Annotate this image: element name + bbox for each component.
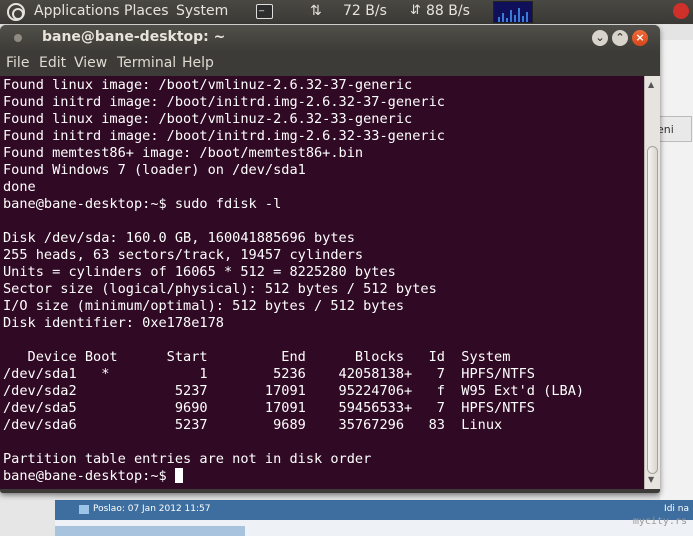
post-label: Poslao: 07 Jan 2012 11:57: [93, 504, 211, 514]
background-blue-strip: [55, 526, 245, 536]
menu-bar: File Edit View Terminal Help: [0, 52, 660, 76]
terminal-line: Found initrd image: /boot/initrd.img-2.6…: [3, 94, 445, 110]
network-upload-rate: 72 B/s: [343, 3, 387, 19]
terminal-line: bane@bane-desktop:~$ sudo fdisk -l: [3, 196, 282, 212]
terminal-cursor: [174, 468, 183, 483]
window-bottom-border: [0, 489, 660, 493]
network-download-icon: ⇵: [410, 3, 421, 18]
ubuntu-logo-icon[interactable]: [7, 3, 25, 21]
terminal-line: /dev/sda1 * 1 5236 42058138+ 7 HPFS/NTFS: [3, 366, 535, 382]
post-icon: [79, 505, 89, 514]
terminal-line: Disk /dev/sda: 160.0 GB, 160041885696 by…: [3, 230, 355, 246]
system-menu[interactable]: System: [176, 3, 228, 19]
power-icon[interactable]: [673, 3, 689, 19]
terminal-line: Found linux image: /boot/vmlinuz-2.6.32-…: [3, 111, 413, 127]
terminal-window: bane@bane-desktop: ~ ⌄ ⌃ × File Edit Vie…: [0, 25, 660, 493]
minimize-button[interactable]: ⌄: [592, 30, 608, 46]
terminal-line: Found linux image: /boot/vmlinuz-2.6.32-…: [3, 77, 413, 93]
menu-edit[interactable]: Edit: [39, 55, 66, 71]
terminal-prompt: bane@bane-desktop:~$: [3, 468, 175, 484]
terminal-line: 255 heads, 63 sectors/track, 19457 cylin…: [3, 247, 364, 263]
background-lower: [55, 520, 693, 536]
terminal-line: Device Boot Start End Blocks Id System: [3, 349, 511, 365]
terminal-launcher-icon[interactable]: [256, 1, 273, 19]
background-post-header: Poslao: 07 Jan 2012 11:57 Idi na: [55, 500, 693, 520]
scroll-up-icon[interactable]: ▲: [648, 80, 654, 89]
terminal-scrollbar[interactable]: ▲ ▼: [644, 76, 660, 489]
terminal-line: /dev/sda6 5237 9689 35767296 83 Linux: [3, 417, 503, 433]
window-title: bane@bane-desktop: ~: [42, 29, 226, 45]
terminal-line: Partition table entries are not in disk …: [3, 451, 372, 467]
menu-view[interactable]: View: [74, 55, 107, 71]
maximize-button[interactable]: ⌃: [612, 30, 628, 46]
applications-menu[interactable]: Applications: [34, 3, 120, 19]
menu-file[interactable]: File: [6, 55, 29, 71]
terminal-line: I/O size (minimum/optimal): 512 bytes / …: [3, 298, 405, 314]
window-menu-icon[interactable]: [14, 34, 22, 42]
top-panel: Applications Places System ⇅ 72 B/s ⇵ 88…: [0, 0, 693, 24]
menu-terminal[interactable]: Terminal: [117, 55, 176, 71]
title-bar[interactable]: bane@bane-desktop: ~ ⌄ ⌃ ×: [0, 25, 660, 52]
terminal-line: /dev/sda2 5237 17091 95224706+ f W95 Ext…: [3, 383, 585, 399]
terminal-line: Units = cylinders of 16065 * 512 = 82252…: [3, 264, 396, 280]
terminal-line: Disk identifier: 0xe178e178: [3, 315, 224, 331]
terminal-line: /dev/sda5 9690 17091 59456533+ 7 HPFS/NT…: [3, 400, 535, 416]
terminal-line: Found Windows 7 (loader) on /dev/sda1: [3, 162, 306, 178]
terminal-line: Found initrd image: /boot/initrd.img-2.6…: [3, 128, 445, 144]
background-left-strip: [0, 490, 55, 536]
terminal-output[interactable]: Found linux image: /boot/vmlinuz-2.6.32-…: [0, 76, 644, 489]
background-sidebar: [660, 40, 693, 510]
system-monitor-graph[interactable]: [493, 1, 533, 23]
network-download-rate: 88 B/s: [426, 3, 470, 19]
close-button[interactable]: ×: [632, 30, 648, 46]
menu-help[interactable]: Help: [182, 55, 214, 71]
scrollbar-thumb[interactable]: [647, 146, 658, 474]
scroll-down-icon[interactable]: ▼: [648, 475, 654, 484]
terminal-line: Found memtest86+ image: /boot/memtest86+…: [3, 145, 364, 161]
network-updown-icon: ⇅: [310, 3, 322, 19]
terminal-line: Sector size (logical/physical): 512 byte…: [3, 281, 437, 297]
terminal-line: done: [3, 179, 36, 195]
watermark: mycity.rs: [632, 516, 687, 527]
places-menu[interactable]: Places: [124, 3, 169, 19]
post-goto-link[interactable]: Idi na: [664, 504, 689, 514]
